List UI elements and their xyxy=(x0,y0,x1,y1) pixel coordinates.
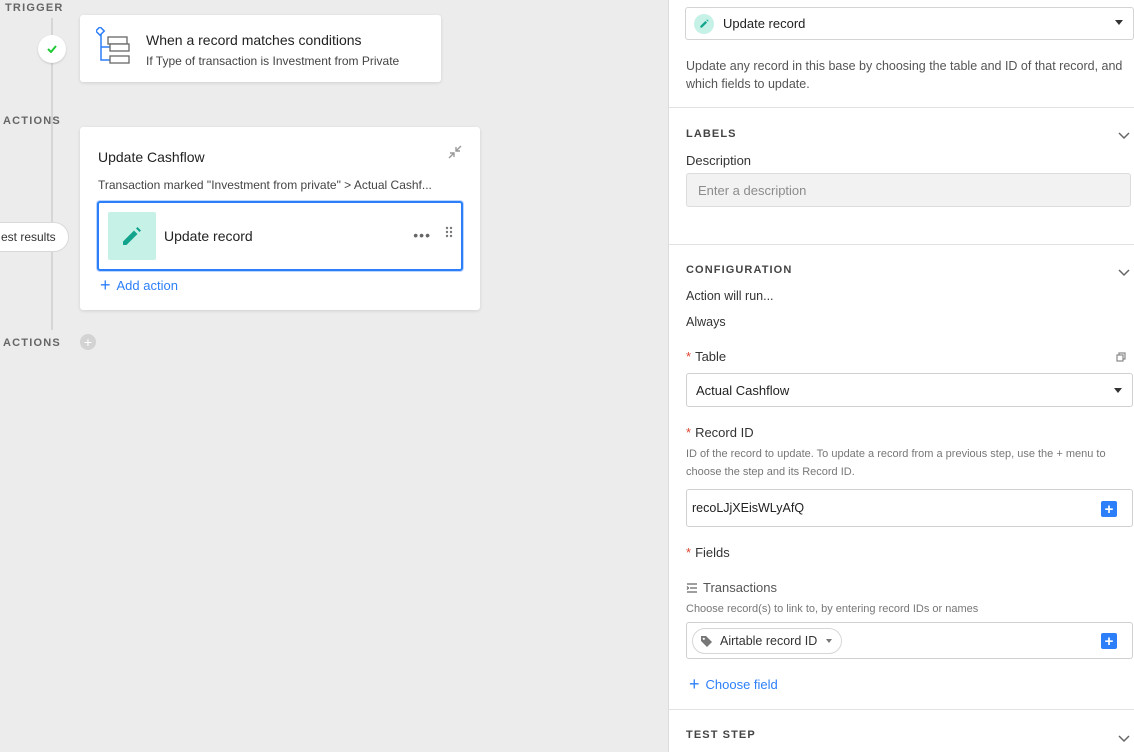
add-action-button[interactable]: + Add action xyxy=(100,276,178,294)
table-field-label: * Table xyxy=(686,349,726,364)
action-runs-value[interactable]: Always xyxy=(686,315,726,329)
chevron-down-icon xyxy=(1114,388,1122,393)
table-select-value: Actual Cashflow xyxy=(696,382,790,398)
trigger-success-check-icon xyxy=(38,35,66,63)
actions-section-label: ACTIONS xyxy=(3,115,61,127)
trigger-card[interactable]: When a record matches conditions If Type… xyxy=(80,15,441,82)
action-group-title: Update Cashflow xyxy=(98,149,205,165)
conditional-actions-label: ACTIONS xyxy=(3,337,61,349)
fields-label: * Fields xyxy=(686,545,730,560)
conditions-trigger-icon xyxy=(94,25,132,70)
description-label: Description xyxy=(686,153,752,168)
action-config-panel: Update record Update any record in this … xyxy=(668,0,1134,752)
timeline-line xyxy=(51,18,53,330)
required-mark: * xyxy=(686,545,692,560)
chip-label: Airtable record ID xyxy=(720,634,818,648)
test-step-section-header[interactable]: TEST STEP xyxy=(686,729,756,741)
record-id-input[interactable]: recoLJjXEisWLyAfQ + xyxy=(686,489,1133,527)
divider xyxy=(669,107,1134,108)
record-id-help: ID of the record to update. To update a … xyxy=(686,448,1106,478)
add-conditional-group-icon[interactable]: + xyxy=(80,334,96,350)
action-runs-label: Action will run... xyxy=(686,289,774,303)
divider xyxy=(669,709,1134,710)
transactions-help: Choose record(s) to link to, by entering… xyxy=(686,603,979,615)
fields-label-text: Fields xyxy=(695,545,730,560)
trigger-section-label: TRIGGER xyxy=(5,2,64,14)
chevron-down-icon xyxy=(826,639,833,643)
divider xyxy=(669,244,1134,245)
chevron-down-icon[interactable] xyxy=(1118,730,1130,748)
action-type-select[interactable]: Update record xyxy=(685,7,1134,40)
pencil-icon xyxy=(694,13,714,34)
action-group-description: Transaction marked "Investment from priv… xyxy=(98,178,432,192)
choose-field-label: Choose field xyxy=(705,676,778,692)
collapse-icon[interactable] xyxy=(448,145,462,164)
trigger-title: When a record matches conditions xyxy=(146,32,362,48)
table-select[interactable]: Actual Cashflow xyxy=(686,373,1133,407)
transactions-input[interactable]: Airtable record ID + xyxy=(686,622,1133,659)
record-id-label-text: Record ID xyxy=(695,425,754,440)
description-input[interactable]: Enter a description xyxy=(686,173,1131,207)
transactions-field-label: Transactions xyxy=(686,580,777,595)
insert-token-plus-icon[interactable]: + xyxy=(1101,501,1117,517)
record-id-value: recoLJjXEisWLyAfQ xyxy=(692,501,805,515)
chevron-down-icon[interactable] xyxy=(1118,127,1130,145)
required-mark: * xyxy=(686,349,692,364)
choose-field-button[interactable]: + Choose field xyxy=(689,675,778,693)
insert-token-plus-icon[interactable]: + xyxy=(1101,633,1117,649)
trigger-condition: If Type of transaction is Investment fro… xyxy=(146,54,400,68)
automation-canvas: TRIGGER When a record matches conditions… xyxy=(0,0,668,752)
transactions-label-text: Transactions xyxy=(703,580,777,595)
action-group-card: Update Cashflow Transaction marked "Inve… xyxy=(80,127,480,310)
table-label-text: Table xyxy=(695,349,727,364)
required-mark: * xyxy=(686,425,692,440)
action-type-value: Update record xyxy=(723,16,806,31)
record-id-field-label: * Record ID xyxy=(686,425,754,440)
labels-section-header[interactable]: LABELS xyxy=(686,128,737,140)
step-label: Update record xyxy=(164,228,253,244)
add-action-label: Add action xyxy=(116,277,178,293)
drag-handle-icon[interactable] xyxy=(445,225,453,243)
action-intro-text: Update any record in this base by choosi… xyxy=(686,59,1123,91)
pencil-icon xyxy=(108,212,156,260)
plus-icon: + xyxy=(689,674,700,694)
chevron-down-icon xyxy=(1115,20,1123,25)
record-id-token-chip[interactable]: Airtable record ID xyxy=(692,628,843,654)
plus-icon: + xyxy=(100,275,111,295)
more-options-icon[interactable]: ••• xyxy=(413,227,431,243)
update-record-step[interactable]: Update record ••• xyxy=(97,201,463,271)
test-results-button[interactable]: est results xyxy=(0,222,69,252)
chevron-down-icon[interactable] xyxy=(1118,264,1130,282)
copy-icon[interactable] xyxy=(1116,349,1126,367)
tag-icon xyxy=(701,635,712,647)
configuration-section-header[interactable]: CONFIGURATION xyxy=(686,264,792,276)
linked-record-field-icon xyxy=(686,582,697,593)
